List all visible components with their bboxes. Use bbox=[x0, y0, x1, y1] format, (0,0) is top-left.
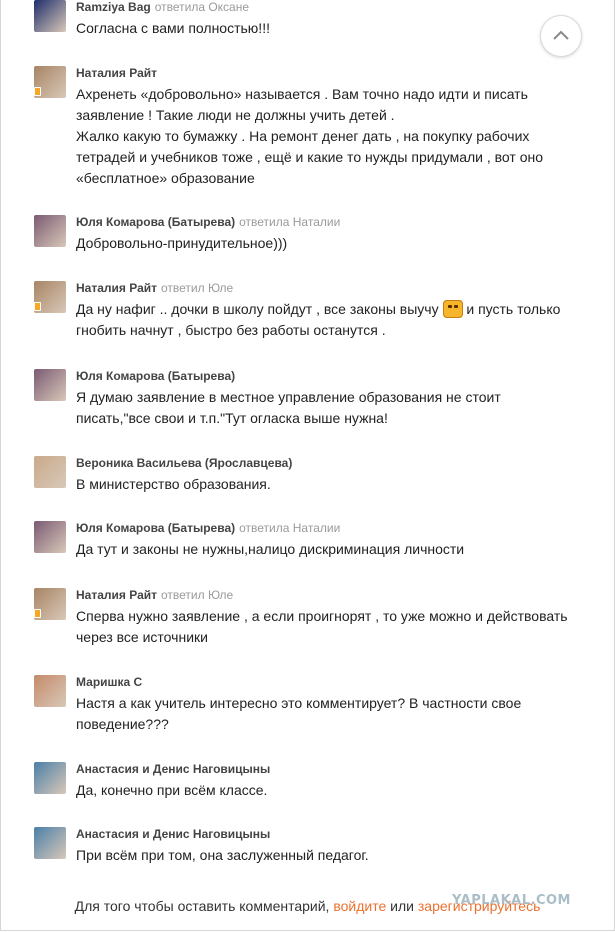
avatar[interactable] bbox=[34, 369, 66, 401]
comment-line: Настя а как учитель интересно это коммен… bbox=[76, 693, 596, 714]
comment-line-text: Да ну нафиг .. дочки в школу пойдут , вс… bbox=[76, 301, 439, 317]
comment-line: гнобить начнут , быстро без работы остан… bbox=[76, 320, 596, 341]
comment-line-text: Я думаю заявление в местное управление о… bbox=[76, 389, 501, 405]
comment-line-text: Да тут и законы не нужны,налицо дискрими… bbox=[76, 541, 465, 557]
comment-header: Анастасия и Денис Наговицыны bbox=[76, 762, 270, 776]
comment-author[interactable]: Юля Комарова (Батырева) bbox=[76, 369, 235, 383]
footer-prefix: Для того чтобы оставить комментарий, bbox=[74, 898, 330, 914]
comment-line-text: Настя а как учитель интересно это коммен… bbox=[76, 695, 522, 711]
angry-smiley-icon bbox=[442, 300, 463, 318]
comment-author[interactable]: Анастасия и Денис Наговицыны bbox=[76, 762, 270, 776]
comment-author[interactable]: Наталия Райт bbox=[76, 66, 157, 80]
comment-text: Да ну нафиг .. дочки в школу пойдут , вс… bbox=[76, 299, 596, 341]
comment-author[interactable]: Вероника Васильева (Ярославцева) bbox=[76, 456, 292, 470]
comment-author[interactable]: Юля Комарова (Батырева) bbox=[76, 521, 235, 535]
comment-line: Я думаю заявление в местное управление о… bbox=[76, 387, 596, 408]
comment-line: заявление ! Такие люди не должны учить д… bbox=[76, 105, 596, 126]
online-status-icon bbox=[34, 302, 41, 311]
comment-line: В министерство образования. bbox=[76, 474, 596, 495]
comment-text: Да, конечно при всём классе. bbox=[76, 780, 596, 801]
comment-author[interactable]: Наталия Райт bbox=[76, 281, 157, 295]
avatar[interactable] bbox=[34, 456, 66, 488]
comment-line-text: Жалко какую то бумажку . На ремонт денег… bbox=[76, 128, 530, 144]
comment-line: через все источники bbox=[76, 627, 596, 648]
scroll-to-top-button[interactable] bbox=[540, 15, 582, 57]
comment-header: Юля Комарова (Батырева) ответила Наталии bbox=[76, 521, 340, 535]
comment-line: Да, конечно при всём классе. bbox=[76, 780, 596, 801]
comment-text: Сперва нужно заявление , а если проигнор… bbox=[76, 606, 596, 648]
chevron-up-icon bbox=[553, 30, 569, 40]
comment-header: Вероника Васильева (Ярославцева) bbox=[76, 456, 292, 470]
comment-line: «бесплатное» образование bbox=[76, 168, 596, 189]
comment-line-text: Да, конечно при всём классе. bbox=[76, 782, 268, 798]
comment-text: Да тут и законы не нужны,налицо дискрими… bbox=[76, 539, 596, 560]
avatar[interactable] bbox=[34, 827, 66, 859]
comment-line: поведение??? bbox=[76, 714, 596, 735]
watermark-logo: YAPLAKAL.COM bbox=[452, 893, 571, 908]
comment-line-text: «бесплатное» образование bbox=[76, 170, 255, 186]
reply-to-label[interactable]: ответила Наталии bbox=[239, 215, 340, 229]
avatar[interactable] bbox=[34, 675, 66, 707]
comment-line: писать,"все свои и т.п."Тут огласка выше… bbox=[76, 408, 596, 429]
comment-text: При всём при том, она заслуженный педаго… bbox=[76, 845, 596, 866]
comment-header: Наталия Райт ответил Юле bbox=[76, 281, 233, 295]
comment-text: Добровольно-принудительное))) bbox=[76, 233, 596, 254]
comment-line: Сперва нужно заявление , а если проигнор… bbox=[76, 606, 596, 627]
comment-text: Я думаю заявление в местное управление о… bbox=[76, 387, 596, 429]
comment-header: Ramziya Bag ответила Оксане bbox=[76, 0, 249, 14]
comment-author[interactable]: Маришка С bbox=[76, 675, 142, 689]
reply-to-label[interactable]: ответила Оксане bbox=[155, 0, 249, 14]
comment-author[interactable]: Ramziya Bag bbox=[76, 0, 151, 14]
comment-line-text: писать,"все свои и т.п."Тут огласка выше… bbox=[76, 410, 388, 426]
login-link[interactable]: войдите bbox=[333, 898, 386, 914]
comment-line: Ахренеть «добровольно» называется . Вам … bbox=[76, 84, 596, 105]
comment-line-text: и пусть только bbox=[466, 301, 561, 317]
comment-line-text: Ахренеть «добровольно» называется . Вам … bbox=[76, 86, 528, 102]
comment-text: Согласна с вами полностью!!! bbox=[76, 18, 596, 39]
comment-line-text: В министерство образования. bbox=[76, 476, 271, 492]
reply-to-label[interactable]: ответил Юле bbox=[161, 281, 233, 295]
comment-header: Наталия Райт bbox=[76, 66, 157, 80]
reply-to-label[interactable]: ответил Юле bbox=[161, 588, 233, 602]
avatar[interactable] bbox=[34, 215, 66, 247]
comment-header: Наталия Райт ответил Юле bbox=[76, 588, 233, 602]
comment-line: Да тут и законы не нужны,налицо дискрими… bbox=[76, 539, 596, 560]
comment-line: Согласна с вами полностью!!! bbox=[76, 18, 596, 39]
avatar[interactable] bbox=[34, 521, 66, 553]
comment-line: тетрадей и учебников тоже , ещё и какие … bbox=[76, 147, 596, 168]
comment-line: Жалко какую то бумажку . На ремонт денег… bbox=[76, 126, 596, 147]
comment-text: Настя а как учитель интересно это коммен… bbox=[76, 693, 596, 735]
comment-author[interactable]: Наталия Райт bbox=[76, 588, 157, 602]
comment-line-text: При всём при том, она заслуженный педаго… bbox=[76, 847, 369, 863]
comment-line-text: поведение??? bbox=[76, 716, 169, 732]
footer-middle: или bbox=[390, 898, 414, 914]
comment-line-text: заявление ! Такие люди не должны учить д… bbox=[76, 107, 395, 123]
online-status-icon bbox=[34, 609, 41, 618]
comment-author[interactable]: Юля Комарова (Батырева) bbox=[76, 215, 235, 229]
comment-line: При всём при том, она заслуженный педаго… bbox=[76, 845, 596, 866]
comment-author[interactable]: Анастасия и Денис Наговицыны bbox=[76, 827, 270, 841]
comment-line-text: Добровольно-принудительное))) bbox=[76, 235, 288, 251]
comment-header: Юля Комарова (Батырева) bbox=[76, 369, 235, 383]
online-status-icon bbox=[34, 87, 41, 96]
comment-line-text: тетрадей и учебников тоже , ещё и какие … bbox=[76, 149, 543, 165]
comment-line-text: Согласна с вами полностью!!! bbox=[76, 20, 270, 36]
comment-line: Добровольно-принудительное))) bbox=[76, 233, 596, 254]
avatar[interactable] bbox=[34, 0, 66, 32]
comment-text: Ахренеть «добровольно» называется . Вам … bbox=[76, 84, 596, 189]
comment-header: Анастасия и Денис Наговицыны bbox=[76, 827, 270, 841]
comment-header: Юля Комарова (Батырева) ответила Наталии bbox=[76, 215, 340, 229]
comment-line-text: через все источники bbox=[76, 629, 208, 645]
comment-line-text: Сперва нужно заявление , а если проигнор… bbox=[76, 608, 568, 624]
comment-text: В министерство образования. bbox=[76, 474, 596, 495]
comment-header: Маришка С bbox=[76, 675, 142, 689]
comment-line: Да ну нафиг .. дочки в школу пойдут , вс… bbox=[76, 299, 596, 320]
avatar[interactable] bbox=[34, 762, 66, 794]
reply-to-label[interactable]: ответила Наталии bbox=[239, 521, 340, 535]
comment-line-text: гнобить начнут , быстро без работы остан… bbox=[76, 322, 386, 338]
